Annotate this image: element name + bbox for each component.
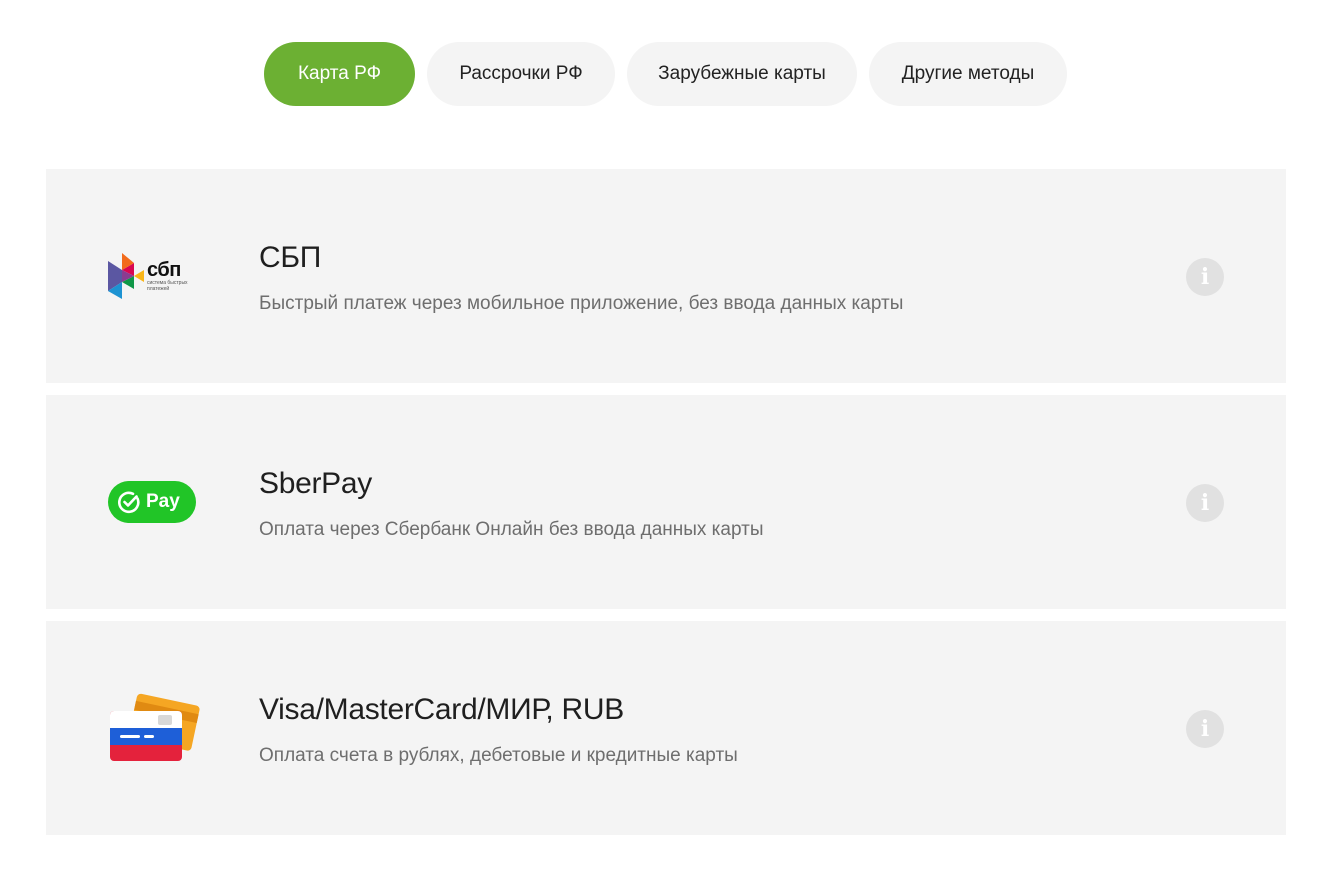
bank-cards-icon bbox=[108, 621, 200, 835]
payment-method-title: SberPay bbox=[259, 467, 372, 500]
payment-method-description: Оплата счета в рублях, дебетовые и креди… bbox=[259, 745, 738, 766]
sbp-logo: сбп система быстрых платежей bbox=[108, 169, 200, 383]
tab-card-rf[interactable]: Карта РФ bbox=[264, 42, 415, 106]
payment-method-bank-cards[interactable]: Visa/MasterCard/МИР, RUB Оплата счета в … bbox=[46, 621, 1286, 835]
payment-method-description: Быстрый платеж через мобильное приложени… bbox=[259, 293, 904, 314]
tab-foreign-cards[interactable]: Зарубежные карты bbox=[627, 42, 857, 106]
sberpay-logo: Pay bbox=[108, 395, 200, 609]
payment-method-title: СБП bbox=[259, 241, 322, 274]
sbp-arrows-icon bbox=[108, 253, 144, 299]
checkmark-circle-icon bbox=[118, 491, 140, 514]
payment-methods-list: сбп система быстрых платежей СБП Быстрый… bbox=[46, 169, 1286, 847]
payment-method-title: Visa/MasterCard/МИР, RUB bbox=[259, 693, 624, 726]
tab-installments-rf[interactable]: Рассрочки РФ bbox=[427, 42, 615, 106]
payment-category-tabs: Карта РФ Рассрочки РФ Зарубежные карты Д… bbox=[264, 42, 1067, 106]
info-icon[interactable]: i bbox=[1186, 258, 1224, 296]
sberpay-logo-text: Pay bbox=[146, 491, 180, 512]
info-icon[interactable]: i bbox=[1186, 484, 1224, 522]
sbp-logo-text: сбп bbox=[147, 258, 181, 281]
sbp-logo-subtext: система быстрых платежей bbox=[147, 279, 188, 292]
info-icon[interactable]: i bbox=[1186, 710, 1224, 748]
payment-method-sberpay[interactable]: Pay SberPay Оплата через Сбербанк Онлайн… bbox=[46, 395, 1286, 609]
payment-method-description: Оплата через Сбербанк Онлайн без ввода д… bbox=[259, 519, 764, 540]
tab-other-methods[interactable]: Другие методы bbox=[869, 42, 1067, 106]
payment-method-sbp[interactable]: сбп система быстрых платежей СБП Быстрый… bbox=[46, 169, 1286, 383]
